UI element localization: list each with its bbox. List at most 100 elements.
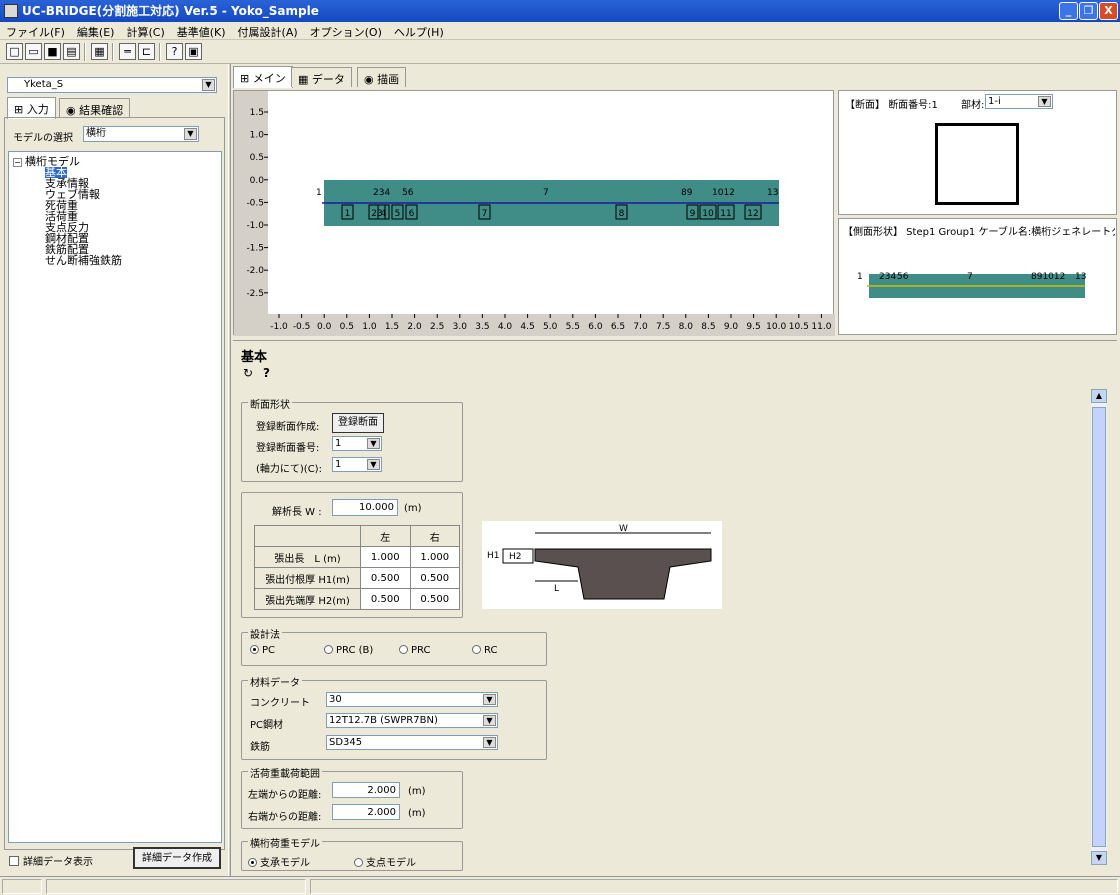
menu-standard[interactable]: 基準値(K) xyxy=(171,22,232,42)
radio-button[interactable] xyxy=(472,645,481,654)
col-right-header: 右 xyxy=(409,525,460,547)
x-tick-label: 9.0 xyxy=(724,322,739,332)
dimension-table: 左 右 張出長 L (m) 1.000 1.000 張出付根厚 H1(m) 0.… xyxy=(254,525,460,610)
screen-icon[interactable]: ▣ xyxy=(185,43,202,60)
x-tick-label: 4.5 xyxy=(520,322,534,332)
menu-help[interactable]: ヘルプ(H) xyxy=(388,22,450,42)
menu-edit[interactable]: 編集(E) xyxy=(71,22,121,42)
open-folder-icon[interactable]: ▭ xyxy=(25,43,42,60)
chevron-down-icon[interactable]: ▼ xyxy=(184,128,197,140)
radio-pc[interactable]: PC xyxy=(250,645,275,656)
col-left-header: 左 xyxy=(360,525,411,547)
scroll-up-icon[interactable]: ▲ xyxy=(1091,389,1107,403)
right-distance-input[interactable]: 2.000 xyxy=(332,804,400,820)
collapse-icon[interactable]: − xyxy=(13,158,22,167)
tab-drawing-label: 描画 xyxy=(377,73,400,86)
help-icon[interactable]: ? xyxy=(263,366,270,380)
radio-button[interactable] xyxy=(399,645,408,654)
radio-rc[interactable]: RC xyxy=(472,645,497,656)
radio-button[interactable] xyxy=(354,858,363,867)
x-tick-label: -1.0 xyxy=(270,322,288,332)
radio-support-model-label: 支点モデル xyxy=(366,858,416,869)
cell-left[interactable]: 1.000 xyxy=(360,546,411,568)
radio-support-model[interactable]: 支点モデル xyxy=(354,854,416,869)
section-number-label: 登録断面番号: xyxy=(256,443,320,454)
cell-right[interactable]: 1.000 xyxy=(409,546,460,568)
detail-create-button[interactable]: 詳細データ作成 xyxy=(133,847,221,869)
detail-checkbox[interactable]: 詳細データ表示 xyxy=(9,853,93,868)
chevron-down-icon[interactable]: ▼ xyxy=(483,715,496,726)
tab-input[interactable]: ⊞ 入力 xyxy=(7,97,56,119)
menu-attached-design[interactable]: 付属設計(A) xyxy=(232,22,304,42)
chevron-down-icon[interactable]: ▼ xyxy=(483,737,496,748)
chevron-down-icon[interactable]: ▼ xyxy=(202,79,215,91)
checkbox-box[interactable] xyxy=(9,856,19,866)
tree-item[interactable]: せん断補強鉄筋 xyxy=(45,255,217,266)
tree-root[interactable]: − 横桁モデル xyxy=(13,156,217,167)
restore-button[interactable]: ❐ xyxy=(1079,2,1098,20)
model-select[interactable]: 横桁 ▼ xyxy=(83,126,199,142)
menu-calc[interactable]: 計算(C) xyxy=(120,22,170,42)
help-icon[interactable]: ? xyxy=(166,43,183,60)
print-icon[interactable]: ▤ xyxy=(63,43,80,60)
section-panel: 【断面】 断面番号:1 部材: 1-i ▼ xyxy=(838,90,1117,215)
status-pane xyxy=(46,879,306,894)
project-combo[interactable]: Yketa_S ▼ xyxy=(7,77,217,93)
chevron-down-icon[interactable]: ▼ xyxy=(367,459,380,470)
scroll-down-icon[interactable]: ▼ xyxy=(1091,851,1107,865)
chevron-down-icon[interactable]: ▼ xyxy=(1038,96,1051,107)
layout-icon[interactable]: ⊏ xyxy=(138,43,155,60)
tab-data[interactable]: ▦ データ xyxy=(291,67,352,87)
chevron-down-icon[interactable]: ▼ xyxy=(483,694,496,705)
radio-bearing-model[interactable]: 支承モデル xyxy=(248,854,310,869)
new-file-icon[interactable]: □ xyxy=(6,43,23,60)
minimize-button[interactable]: _ xyxy=(1059,2,1078,20)
table-icon[interactable]: ═ xyxy=(119,43,136,60)
model-plot-svg: 1.5 1.0 0.5 0.0 -0.5 -1.0 -1.5 -2.0 -2.5 -1.0 -0.5… xyxy=(234,91,835,336)
tab-drawing[interactable]: ◉ 描画 xyxy=(357,67,407,87)
rebar-select[interactable]: SD345 ▼ xyxy=(326,735,498,750)
menu-file[interactable]: ファイル(F) xyxy=(0,22,71,42)
chevron-down-icon[interactable]: ▼ xyxy=(367,438,380,449)
member-label: 部材: xyxy=(961,100,985,111)
model-plot[interactable]: 1.5 1.0 0.5 0.0 -0.5 -1.0 -1.5 -2.0 -2.5 -1.0 -0.5… xyxy=(233,90,835,336)
section-number-select[interactable]: 1 ▼ xyxy=(332,436,382,451)
length-unit: (m) xyxy=(404,503,422,514)
x-tick-label: 8.0 xyxy=(679,322,694,332)
radio-button[interactable] xyxy=(250,645,259,654)
x-tick-label: 4.0 xyxy=(498,322,513,332)
concrete-select[interactable]: 30 ▼ xyxy=(326,692,498,707)
cell-right[interactable]: 0.500 xyxy=(409,588,460,610)
tab-main[interactable]: ⊞ メイン xyxy=(233,66,293,88)
register-section-button[interactable]: 登録断面 xyxy=(332,413,384,433)
tab-results[interactable]: ◉ 結果確認 xyxy=(59,98,131,118)
cell-left[interactable]: 0.500 xyxy=(360,567,411,589)
left-distance-input[interactable]: 2.000 xyxy=(332,782,400,798)
radio-button[interactable] xyxy=(248,858,257,867)
length-input[interactable]: 10.000 xyxy=(332,499,398,516)
cell-right[interactable]: 0.500 xyxy=(409,567,460,589)
radio-prc-b[interactable]: PRC (B) xyxy=(324,645,373,656)
vertical-scrollbar[interactable]: ▲ ▼ xyxy=(1091,389,1107,865)
close-button[interactable]: X xyxy=(1099,2,1118,20)
radio-button[interactable] xyxy=(324,645,333,654)
scroll-thumb[interactable] xyxy=(1092,407,1106,847)
side-node-label: 7 xyxy=(967,272,973,282)
x-tick-label: 6.5 xyxy=(611,322,625,332)
refresh-icon[interactable]: ↻ xyxy=(243,366,253,380)
y-tick-label: 0.5 xyxy=(250,153,264,163)
section-number-value: 1 xyxy=(335,438,342,449)
y-tick-label: 1.0 xyxy=(250,131,265,141)
cell-left[interactable]: 0.500 xyxy=(360,588,411,610)
member-select[interactable]: 1-i ▼ xyxy=(985,94,1053,109)
left-distance-label: 左端からの距離: xyxy=(248,790,322,801)
y-tick-label: -0.5 xyxy=(246,198,264,208)
splitter[interactable] xyxy=(228,64,231,876)
menu-options[interactable]: オプション(O) xyxy=(304,22,388,42)
side-node-label: 56 xyxy=(897,272,909,282)
pc-steel-select[interactable]: 12T12.7B (SWPR7BN) ▼ xyxy=(326,713,498,728)
save-icon[interactable]: ■ xyxy=(44,43,61,60)
axis-select[interactable]: 1 ▼ xyxy=(332,457,382,472)
radio-prc[interactable]: PRC xyxy=(399,645,430,656)
calc-icon[interactable]: ▦ xyxy=(91,43,108,60)
